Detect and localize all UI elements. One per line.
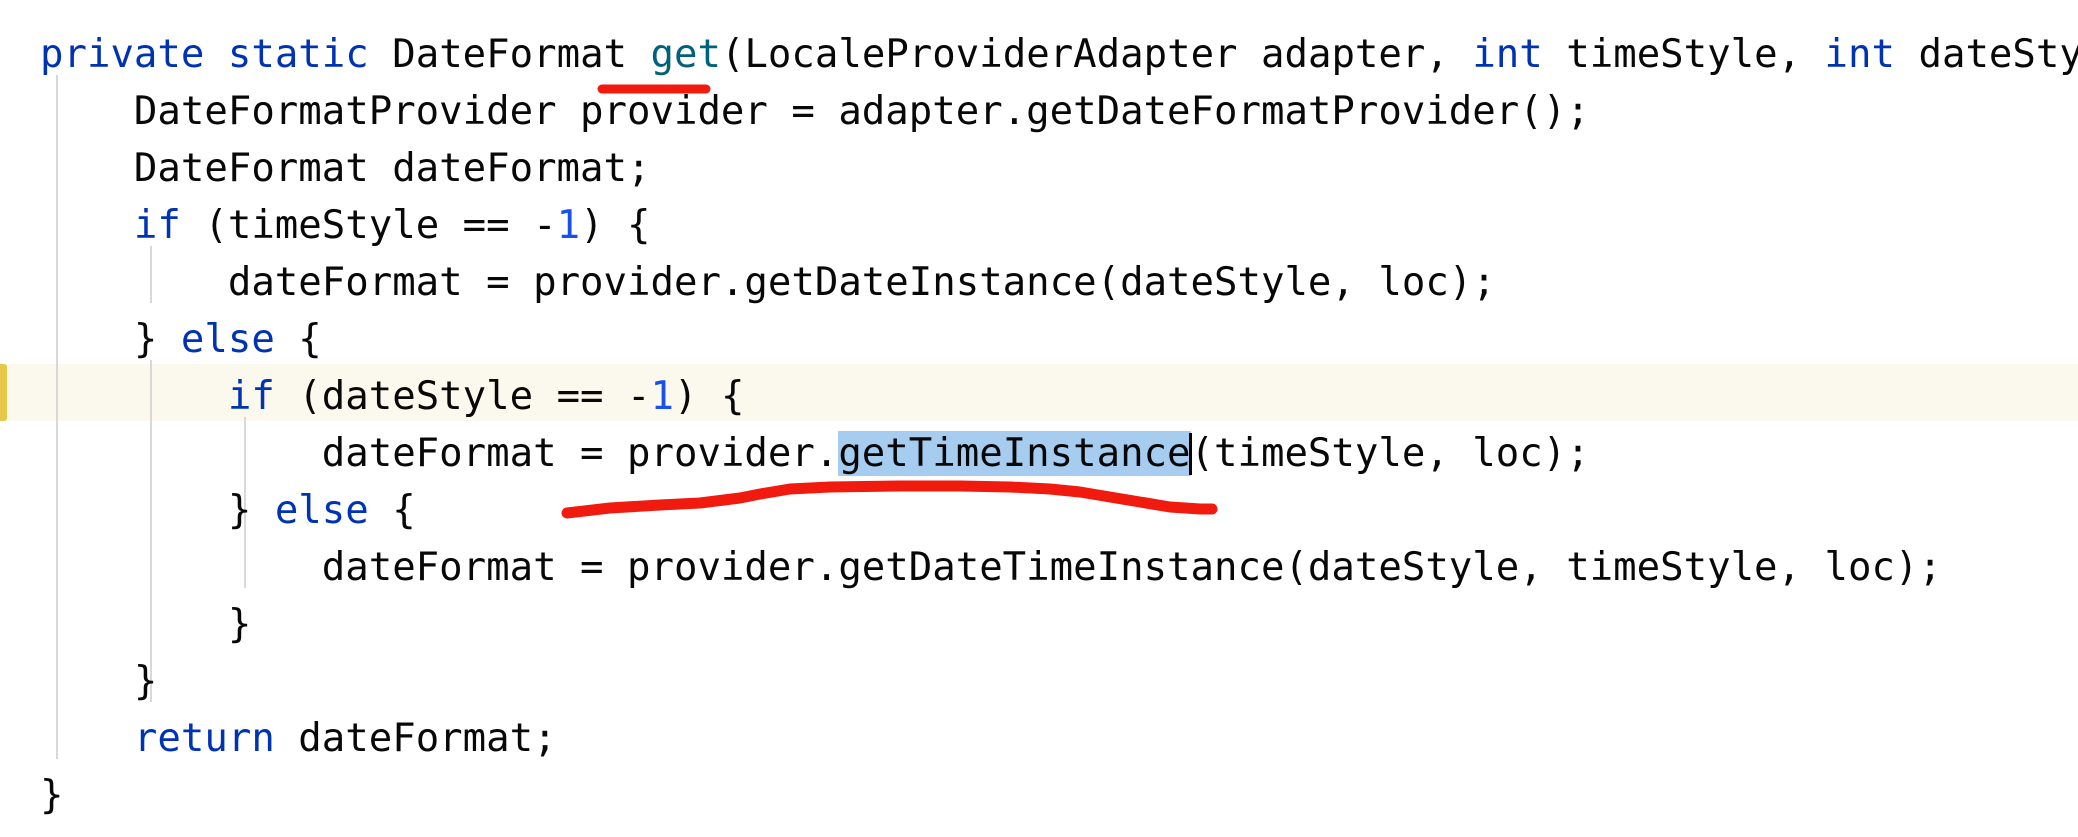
code-token: } bbox=[227, 602, 252, 647]
code-token: private bbox=[40, 32, 205, 77]
code-token: if bbox=[133, 203, 181, 248]
code-token: 1 bbox=[556, 203, 581, 248]
code-line[interactable]: if (timeStyle == -1) { bbox=[40, 197, 651, 254]
code-token: dateFormat = provider.getDateInstance(da… bbox=[227, 260, 1496, 305]
code-token: dateFormat = provider.getDateTimeInstanc… bbox=[321, 545, 1942, 590]
code-line[interactable]: dateFormat = provider.getTimeInstance(ti… bbox=[40, 425, 1590, 482]
code-token: get bbox=[650, 32, 721, 77]
code-line[interactable]: DateFormat dateFormat; bbox=[40, 140, 651, 197]
code-token: dateFormat = provider. bbox=[321, 431, 839, 476]
code-token: dateStyle, L bbox=[1918, 32, 2078, 77]
code-line[interactable]: } else { bbox=[40, 482, 416, 539]
code-line[interactable]: dateFormat = provider.getDateTimeInstanc… bbox=[40, 539, 1942, 596]
code-line[interactable]: dateFormat = provider.getDateInstance(da… bbox=[40, 254, 1496, 311]
code-token: { bbox=[368, 488, 416, 533]
code-token: timeStyle, bbox=[1542, 32, 1825, 77]
code-line[interactable]: DateFormatProvider provider = adapter.ge… bbox=[40, 83, 1590, 140]
code-line[interactable]: private static DateFormat get(LocaleProv… bbox=[40, 26, 2078, 83]
code-line[interactable]: } bbox=[40, 596, 251, 653]
code-token: int bbox=[1472, 32, 1543, 77]
code-text-layer[interactable]: private static DateFormat get(LocaleProv… bbox=[0, 0, 2078, 837]
code-line[interactable]: } bbox=[40, 653, 157, 710]
code-line[interactable]: if (dateStyle == -1) { bbox=[40, 368, 745, 425]
code-token: } bbox=[40, 773, 64, 818]
code-token: ) { bbox=[580, 203, 651, 248]
code-token: if bbox=[227, 374, 275, 419]
code-token: (LocaleProviderAdapter adapter, bbox=[720, 32, 1473, 77]
code-line[interactable]: } bbox=[40, 767, 63, 824]
code-token: (timeStyle == - bbox=[180, 203, 557, 248]
code-token: DateFormatProvider provider = adapter.ge… bbox=[133, 89, 1590, 134]
code-token: int bbox=[1824, 32, 1895, 77]
code-token: } bbox=[227, 488, 275, 533]
code-token: dateFormat; bbox=[274, 716, 557, 761]
code-token: { bbox=[274, 317, 322, 362]
code-line[interactable]: return dateFormat; bbox=[40, 710, 557, 767]
code-token: else bbox=[274, 488, 369, 533]
selected-text: getTimeInstance bbox=[838, 431, 1191, 476]
code-line[interactable]: } else { bbox=[40, 311, 322, 368]
code-token: return bbox=[133, 716, 275, 761]
code-editor[interactable]: private static DateFormat get(LocaleProv… bbox=[0, 0, 2078, 837]
code-token: static bbox=[227, 32, 369, 77]
code-token: 1 bbox=[650, 374, 674, 419]
code-token: (timeStyle, loc); bbox=[1190, 431, 1590, 476]
code-token: DateFormat bbox=[368, 32, 651, 77]
code-token: ) { bbox=[673, 374, 745, 419]
code-token: } bbox=[133, 659, 158, 704]
code-token: else bbox=[180, 317, 275, 362]
code-token: (dateStyle == - bbox=[274, 374, 651, 419]
code-token: } bbox=[133, 317, 181, 362]
code-token: DateFormat dateFormat; bbox=[133, 146, 651, 191]
